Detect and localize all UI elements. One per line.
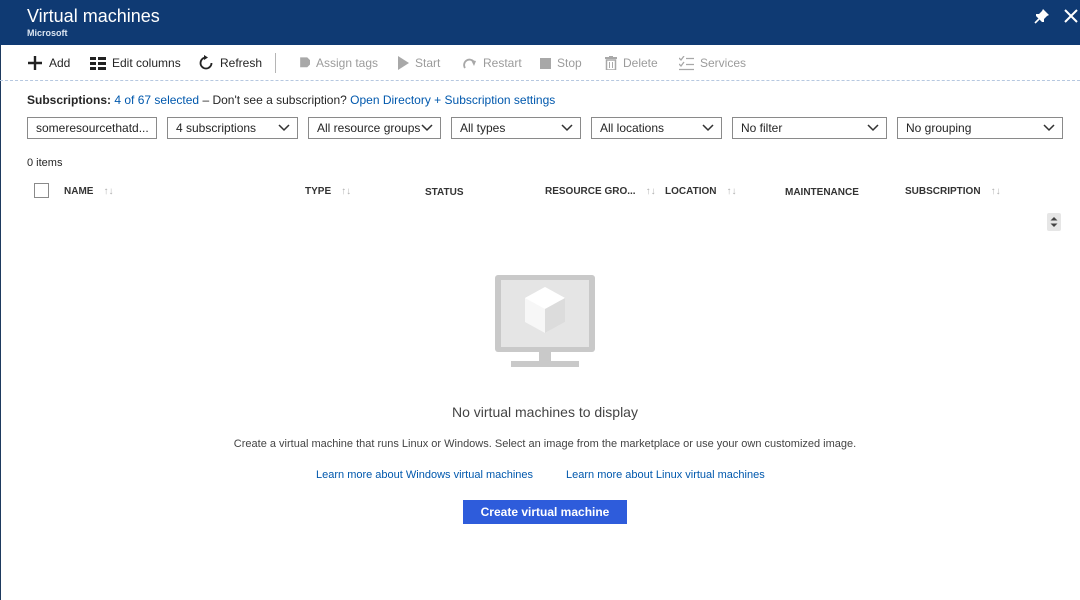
column-header-subscription[interactable]: SUBSCRIPTION ↑↓ xyxy=(905,186,1001,197)
tag-icon xyxy=(300,57,310,68)
checklist-icon xyxy=(679,55,694,70)
assign-tags-label: Assign tags xyxy=(316,56,379,70)
column-header-label: NAME xyxy=(64,186,94,197)
resource-groups-dropdown-value: All resource groups xyxy=(317,121,421,135)
column-header-type[interactable]: TYPE ↑↓ xyxy=(305,186,351,197)
stop-icon xyxy=(540,57,551,69)
empty-state-title: No virtual machines to display xyxy=(452,404,638,420)
locations-dropdown-value: All locations xyxy=(600,121,665,135)
subscriptions-dropdown[interactable]: 4 subscriptions xyxy=(167,117,298,139)
subscriptions-bar: Subscriptions: 4 of 67 selected – Don't … xyxy=(27,93,555,107)
column-header-label: RESOURCE GRO... xyxy=(545,186,636,197)
column-header-status: STATUS xyxy=(425,187,464,198)
stop-button[interactable]: Stop xyxy=(540,53,582,73)
subscriptions-question: – Don't see a subscription? xyxy=(202,93,347,107)
grouping-dropdown[interactable]: No grouping xyxy=(897,117,1063,139)
sort-icon: ↑↓ xyxy=(990,186,1001,197)
create-virtual-machine-button[interactable]: Create virtual machine xyxy=(463,500,627,524)
restart-icon xyxy=(463,58,476,68)
edit-columns-label: Edit columns xyxy=(112,56,181,70)
scroll-spinner-icon[interactable] xyxy=(1047,213,1061,231)
play-icon xyxy=(398,56,409,70)
search-input[interactable]: someresourcethatd... xyxy=(27,117,157,139)
delete-label: Delete xyxy=(623,56,658,70)
delete-button[interactable]: Delete xyxy=(605,53,658,73)
blade-left-border xyxy=(0,45,1,600)
restart-button[interactable]: Restart xyxy=(462,53,522,73)
page-subtitle: Microsoft xyxy=(27,28,68,38)
columns-icon xyxy=(90,57,106,70)
services-button[interactable]: Services xyxy=(679,53,746,73)
sort-icon: ↑↓ xyxy=(645,186,656,197)
edit-columns-button[interactable]: Edit columns xyxy=(90,53,181,73)
grouping-dropdown-value: No grouping xyxy=(906,121,972,135)
chevron-down-icon xyxy=(867,124,879,132)
start-button[interactable]: Start xyxy=(397,53,440,73)
subscriptions-selected-link[interactable]: 4 of 67 selected xyxy=(114,93,199,107)
restart-label: Restart xyxy=(483,56,522,70)
chevron-down-icon xyxy=(1043,124,1055,132)
page-title: Virtual machines xyxy=(27,6,160,26)
pin-icon[interactable] xyxy=(1034,8,1050,24)
column-header-label: STATUS xyxy=(425,187,464,198)
chevron-down-icon xyxy=(278,124,290,132)
subscriptions-label: Subscriptions: xyxy=(27,93,112,107)
chevron-down-icon xyxy=(421,124,433,132)
sort-icon: ↑↓ xyxy=(341,186,352,197)
filter-dropdown-value: No filter xyxy=(741,121,783,135)
add-button[interactable]: Add xyxy=(27,53,70,73)
refresh-label: Refresh xyxy=(220,56,263,70)
start-label: Start xyxy=(415,56,441,70)
virtual-machine-icon xyxy=(495,275,595,367)
subscription-settings-link[interactable]: Open Directory + Subscription settings xyxy=(350,93,555,107)
search-input-value: someresourcethatd... xyxy=(36,121,149,135)
sort-icon: ↑↓ xyxy=(103,186,114,197)
resource-groups-dropdown[interactable]: All resource groups xyxy=(308,117,441,139)
column-header-label: SUBSCRIPTION xyxy=(905,186,981,197)
stop-label: Stop xyxy=(557,56,582,70)
select-all-checkbox[interactable] xyxy=(34,183,49,198)
sort-icon: ↑↓ xyxy=(726,186,737,197)
learn-linux-vm-link[interactable]: Learn more about Linux virtual machines xyxy=(566,469,765,481)
empty-state-description: Create a virtual machine that runs Linux… xyxy=(233,438,857,450)
items-count: 0 items xyxy=(27,157,63,169)
types-dropdown[interactable]: All types xyxy=(451,117,581,139)
column-header-label: MAINTENANCE xyxy=(785,187,859,198)
column-header-location[interactable]: LOCATION ↑↓ xyxy=(665,186,736,197)
add-label: Add xyxy=(49,56,71,70)
types-dropdown-value: All types xyxy=(460,121,506,135)
column-header-label: LOCATION xyxy=(665,186,717,197)
refresh-icon xyxy=(199,55,213,70)
column-header-maintenance: MAINTENANCE xyxy=(785,187,859,198)
column-header-resource-group[interactable]: RESOURCE GRO... ↑↓ xyxy=(545,186,656,197)
column-header-label: TYPE xyxy=(305,186,332,197)
refresh-button[interactable]: Refresh xyxy=(198,53,262,73)
chevron-down-icon xyxy=(702,124,714,132)
command-bar: Add Edit columns Refresh Assign tags Sta… xyxy=(0,45,1080,81)
trash-icon xyxy=(605,56,617,70)
plus-icon xyxy=(28,56,42,70)
blade-header: Virtual machines Microsoft xyxy=(0,0,1080,45)
locations-dropdown[interactable]: All locations xyxy=(591,117,722,139)
chevron-down-icon xyxy=(561,124,573,132)
close-icon[interactable] xyxy=(1063,8,1079,24)
subscriptions-dropdown-value: 4 subscriptions xyxy=(176,121,257,135)
assign-tags-button[interactable]: Assign tags xyxy=(296,53,378,73)
toolbar-separator xyxy=(275,53,276,73)
services-label: Services xyxy=(700,56,747,70)
learn-windows-vm-link[interactable]: Learn more about Windows virtual machine… xyxy=(316,469,533,481)
column-header-name[interactable]: NAME ↑↓ xyxy=(64,186,113,197)
filter-dropdown[interactable]: No filter xyxy=(732,117,887,139)
